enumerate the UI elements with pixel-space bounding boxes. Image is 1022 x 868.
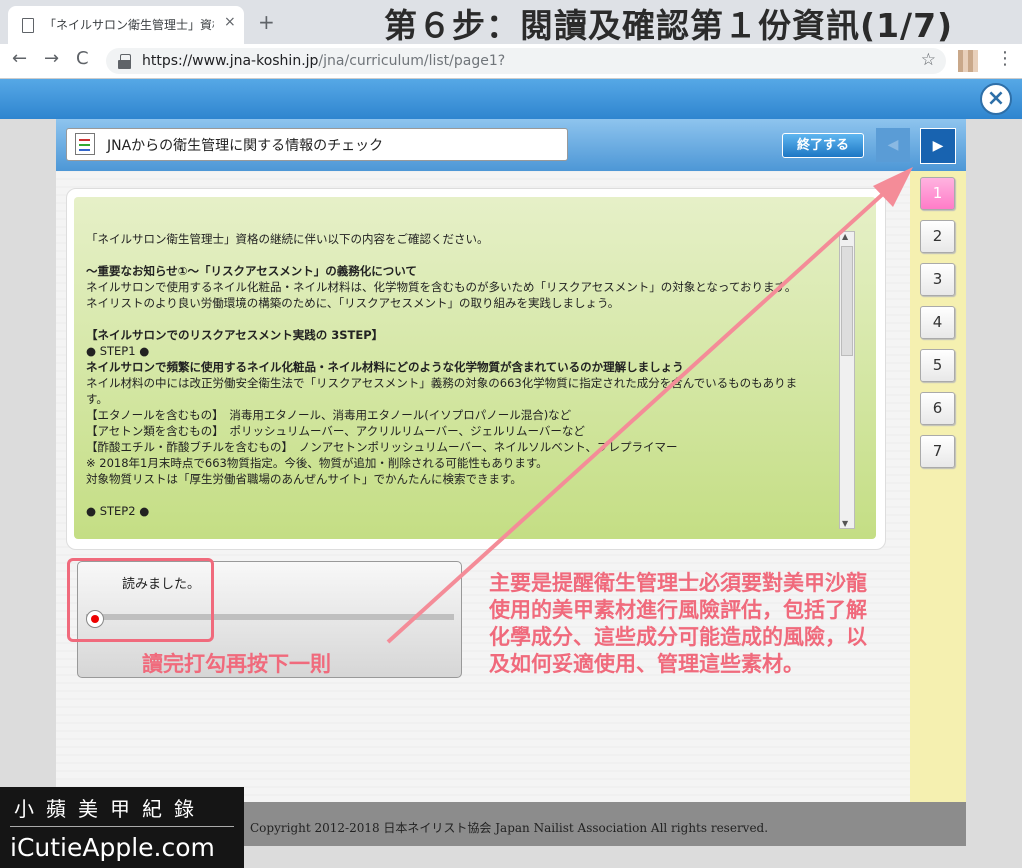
annotation-line: 主要是提醒衛生管理士必須要對美甲沙龍 <box>489 571 867 595</box>
annotation-read-then-next: 讀完打勾再按下一則 <box>142 652 331 676</box>
logo-chinese: 小蘋美甲紀錄 <box>14 797 206 821</box>
footer-copyright: Copyright 2012-2018 日本ネイリスト協会 Japan Nail… <box>250 821 769 835</box>
logo-english: iCutieApple.com <box>10 833 215 862</box>
annotation-explanation: 主要是提醒衛生管理士必須要對美甲沙龍 使用的美甲素材進行風險評估，包括了解 化學… <box>489 570 965 678</box>
annotation-line: 使用的美甲素材進行風險評估，包括了解 <box>489 598 867 622</box>
annotation-line: 化學成分、這些成分可能造成的風險，以 <box>489 625 867 649</box>
watermark-logo: 小蘋美甲紀錄 iCutieApple.com <box>0 787 244 868</box>
logo-divider <box>10 826 234 827</box>
annotation-arrow <box>386 167 913 644</box>
annotation-line: 及如何妥適使用、管理這些素材。 <box>489 652 804 676</box>
